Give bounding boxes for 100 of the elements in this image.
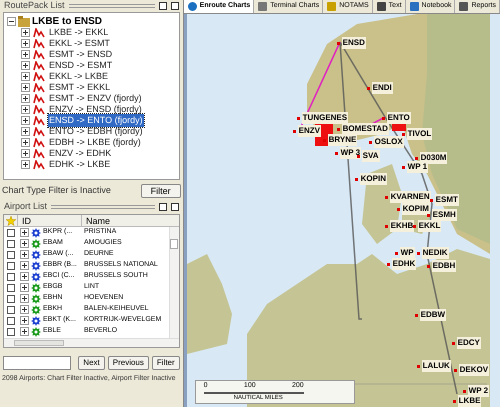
route-item[interactable]: ENZV -> ENSD (fjordy) [48, 102, 143, 116]
route-item[interactable]: ESMT -> EKKL [48, 80, 112, 94]
route-item[interactable]: EDBH -> LKBE (fjordy) [48, 136, 142, 150]
nav-button[interactable]: Next [78, 356, 105, 370]
expand-icon[interactable] [20, 327, 29, 336]
panel-title: RoutePack List [4, 0, 65, 12]
route-item[interactable]: LKBE -> EKKL [48, 26, 110, 40]
checkbox[interactable] [7, 316, 15, 324]
waypoint-marker[interactable] [334, 152, 338, 154]
expand-icon[interactable] [20, 305, 29, 314]
route-item[interactable]: ESMT -> ENZV (fjordy) [48, 92, 143, 106]
waypoint-marker[interactable] [384, 196, 388, 198]
folder-icon [18, 16, 30, 26]
waypoint-marker[interactable] [416, 364, 420, 368]
waypoint-marker[interactable] [426, 264, 430, 268]
waypoint-marker[interactable] [452, 400, 456, 402]
waypoint-marker[interactable] [336, 128, 340, 130]
expand-icon[interactable] [21, 28, 30, 37]
waypoint-marker[interactable] [354, 178, 358, 180]
expand-icon[interactable] [21, 127, 30, 136]
route-item[interactable]: ESMT -> ENSD [48, 48, 114, 62]
waypoint-marker[interactable] [396, 208, 400, 210]
waypoint-marker[interactable] [356, 154, 360, 158]
expand-icon[interactable] [21, 61, 30, 70]
waypoint-label: SVA [362, 150, 380, 162]
waypoint-label: TUNGENES [302, 112, 348, 124]
filter-button[interactable]: Filter [140, 184, 181, 198]
collapse-icon[interactable] [7, 16, 16, 26]
waypoint-marker[interactable] [452, 342, 455, 344]
expand-icon[interactable] [21, 72, 30, 81]
waypoint-marker[interactable] [426, 214, 430, 216]
route-item[interactable]: ENTO -> EDBH (fjordy) [48, 124, 144, 138]
checkbox[interactable] [7, 294, 15, 302]
route-icon [33, 28, 45, 38]
waypoint-marker[interactable] [384, 224, 388, 228]
route-item[interactable]: ENSD -> ESMT [48, 58, 114, 72]
waypoint-marker[interactable] [292, 130, 296, 132]
expand-icon[interactable] [21, 105, 30, 114]
waypoint-marker[interactable] [430, 198, 433, 202]
waypoint-marker[interactable] [402, 132, 405, 136]
route-item[interactable]: EKKL -> ESMT [48, 36, 111, 50]
route-icon [33, 60, 45, 70]
waypoint-label: ESMH [432, 209, 457, 221]
route-item[interactable]: EDHK -> LKBE [48, 158, 112, 172]
expand-icon[interactable] [20, 283, 29, 292]
checkbox[interactable] [7, 306, 15, 314]
waypoint-marker[interactable] [296, 116, 300, 120]
waypoint-marker[interactable] [416, 252, 420, 254]
waypoint-marker[interactable] [366, 86, 370, 90]
waypoint-marker[interactable] [336, 42, 340, 44]
expand-icon[interactable] [20, 239, 29, 248]
nav-button[interactable]: Previous [108, 356, 149, 370]
waypoint-marker[interactable] [454, 368, 457, 372]
restore-icon[interactable] [158, 203, 167, 211]
expand-icon[interactable] [21, 138, 30, 147]
column-header[interactable]: ID [18, 215, 82, 226]
expand-icon[interactable] [21, 39, 30, 48]
nav-button[interactable]: Filter [152, 356, 180, 370]
scrollbar[interactable] [168, 227, 179, 338]
waypoint-marker[interactable] [462, 390, 466, 392]
tree-root-label[interactable]: LKBE to ENSD [32, 14, 102, 28]
checkbox[interactable] [7, 272, 15, 280]
waypoint-marker[interactable] [386, 262, 390, 266]
expand-icon[interactable] [21, 149, 30, 158]
expand-icon[interactable] [21, 83, 30, 92]
checkbox[interactable] [7, 284, 15, 292]
route-icon [33, 116, 45, 126]
waypoint-marker[interactable] [394, 252, 398, 254]
waypoint-marker[interactable] [414, 314, 418, 316]
expand-icon[interactable] [21, 116, 30, 125]
expand-icon[interactable] [21, 50, 30, 59]
waypoint-marker[interactable] [402, 166, 405, 168]
checkbox[interactable] [7, 262, 15, 270]
route-item[interactable]: ENZV -> EDHK [48, 146, 112, 160]
restore-icon[interactable] [158, 2, 167, 10]
route-item[interactable]: ENSD -> ENTO (fjordy) [48, 114, 144, 128]
expand-icon[interactable] [20, 250, 29, 259]
waypoint-marker[interactable] [412, 224, 416, 228]
star-icon[interactable] [6, 216, 16, 226]
waypoint-label: EDHK [392, 258, 416, 270]
route-item[interactable]: EKKL -> LKBE [48, 70, 109, 84]
checkbox[interactable] [7, 328, 15, 336]
expand-icon[interactable] [21, 160, 30, 169]
expand-icon[interactable] [20, 316, 29, 325]
expand-icon[interactable] [20, 228, 29, 237]
waypoint-marker[interactable] [368, 140, 372, 144]
expand-icon[interactable] [20, 261, 29, 270]
expand-icon[interactable] [21, 94, 30, 103]
checkbox[interactable] [7, 250, 15, 258]
route-icon [33, 126, 45, 136]
expand-icon[interactable] [20, 294, 29, 303]
expand-icon[interactable] [20, 272, 29, 281]
search-field[interactable] [3, 356, 71, 370]
column-header[interactable]: Name [82, 215, 179, 226]
horizontal-scrollbar[interactable] [4, 338, 179, 347]
checkbox[interactable] [7, 240, 15, 248]
waypoint-marker[interactable] [414, 156, 418, 160]
checkbox[interactable] [7, 228, 15, 236]
filter-status: Chart Type Filter is Inactive [2, 184, 111, 198]
waypoint-marker[interactable] [382, 116, 385, 120]
